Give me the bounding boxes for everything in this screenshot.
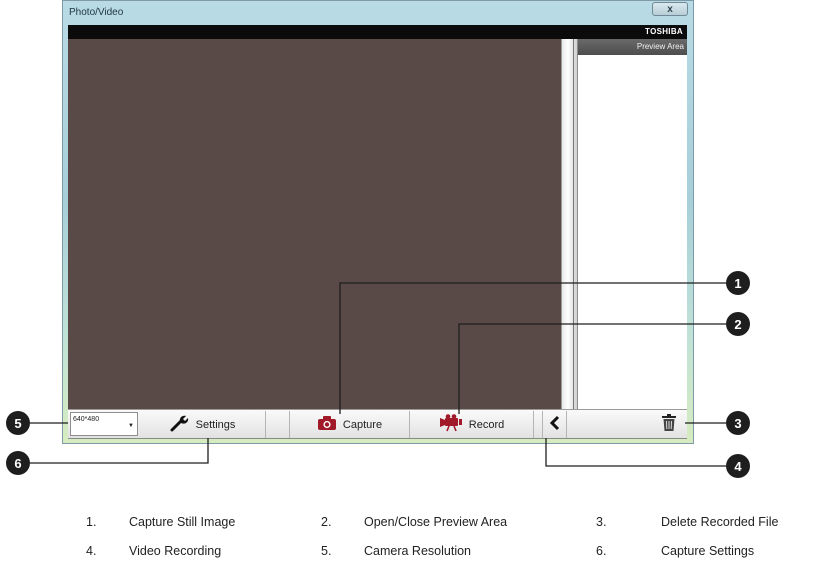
callout-3: 3	[726, 411, 750, 435]
callout-2: 2	[726, 312, 750, 336]
leader-4	[545, 438, 726, 467]
legend-text-1: Capture Still Image	[129, 515, 236, 529]
legend-num-2: 2.	[321, 515, 332, 529]
leader-6	[30, 438, 209, 464]
callout-4: 4	[726, 454, 750, 478]
callout-leaders	[30, 282, 726, 467]
legend-num-4: 4.	[86, 544, 97, 558]
callout-1: 1	[726, 271, 750, 295]
legend-text-5: Camera Resolution	[364, 544, 471, 558]
leader-1	[339, 282, 726, 414]
leader-2	[458, 323, 726, 414]
legend-text-3: Delete Recorded File	[661, 515, 779, 529]
legend-num-3: 3.	[596, 515, 607, 529]
legend-num-5: 5.	[321, 544, 332, 558]
legend-text-6: Capture Settings	[661, 544, 755, 558]
legend-num-1: 1.	[86, 515, 97, 529]
callout-5: 5	[6, 411, 30, 435]
legend-text-4: Video Recording	[129, 544, 222, 558]
legend-num-6: 6.	[596, 544, 607, 558]
callout-6: 6	[6, 451, 30, 475]
legend-text-2: Open/Close Preview Area	[364, 515, 508, 529]
